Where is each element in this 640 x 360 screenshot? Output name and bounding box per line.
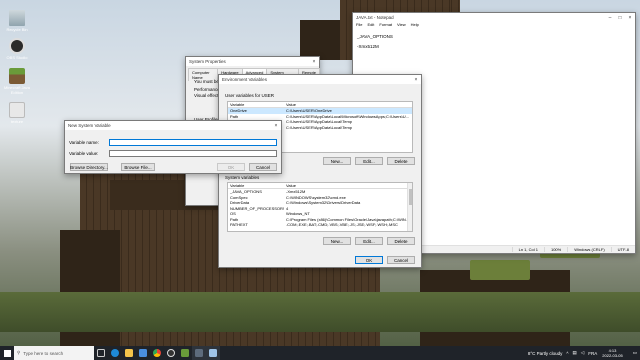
clock[interactable]: 4:13 2022-03-05 (602, 348, 622, 358)
task-view-icon[interactable] (94, 346, 108, 360)
close-icon[interactable]: × (309, 57, 319, 66)
column-header-value[interactable]: Value (284, 102, 412, 107)
close-icon[interactable]: × (271, 121, 281, 130)
system-variables-heading: System variables (225, 175, 260, 180)
windows-logo-icon (3, 349, 11, 357)
variable-name-label: Variable name: (69, 140, 99, 145)
variable-name-input[interactable] (109, 139, 277, 146)
search-placeholder: Type here to search (23, 350, 64, 356)
browse-file-button[interactable]: Browse File... (121, 163, 155, 171)
variable-value-input[interactable] (109, 150, 277, 157)
desktop-icon-label: Minecraft Java Edition (3, 85, 30, 95)
cancel-button[interactable]: Cancel (249, 163, 277, 171)
environment-variables-titlebar[interactable]: Environment Variables × (219, 75, 421, 84)
environment-variables-title: Environment Variables (222, 77, 267, 82)
menu-edit[interactable]: Edit (367, 22, 374, 28)
browse-directory-button[interactable]: Browse Directory... (70, 163, 108, 171)
scrollbar[interactable] (407, 183, 412, 231)
new-system-variable-dialog[interactable]: New System Variable × Variable name: Var… (64, 120, 282, 174)
ok-button[interactable]: OK (217, 163, 245, 171)
cancel-button[interactable]: Cancel (387, 256, 415, 264)
settings-taskbar-icon[interactable] (192, 346, 206, 360)
user-variables-heading: User variables for USER (225, 93, 275, 98)
column-header-value[interactable]: Value (284, 183, 412, 188)
desktop-icon-label: texture (10, 119, 24, 124)
new-variable-title: New System Variable (68, 123, 111, 128)
tray-chevron-icon[interactable]: ^ (566, 351, 568, 356)
status-encoding: UTF-8 (610, 247, 635, 252)
visual-effects-label: Visual effects (194, 93, 221, 98)
maximize-icon[interactable]: □ (615, 13, 625, 22)
column-header-variable[interactable]: Variable (228, 102, 284, 107)
menu-help[interactable]: Help (411, 22, 419, 28)
user-edit-button[interactable]: Edit... (355, 157, 383, 165)
notepad-text-area[interactable]: _JAVA_OPTIONS -Xmx512M (357, 32, 393, 52)
user-delete-button[interactable]: Delete (387, 157, 415, 165)
taskbar-search-box[interactable]: ⚲ Type here to search (14, 346, 94, 360)
close-icon[interactable]: × (411, 75, 421, 84)
volume-icon[interactable]: ◁ (581, 350, 584, 356)
minecraft-taskbar-icon[interactable] (178, 346, 192, 360)
status-eol: Windows (CRLF) (567, 247, 610, 252)
table-row[interactable]: PATHEXT .COM;.EXE;.BAT;.CMD;.VBS;.VBE;.J… (228, 222, 412, 228)
cell-value: .COM;.EXE;.BAT;.CMD;.VBS;.VBE;.JS;.JSE;.… (286, 222, 398, 227)
menu-file[interactable]: File (356, 22, 362, 28)
new-variable-titlebar[interactable]: New System Variable × (65, 121, 281, 130)
system-variables-list[interactable]: Variable Value _JAVA_OPTIONS -Xmx512M Co… (227, 182, 413, 232)
edge-icon[interactable] (108, 346, 122, 360)
system-delete-button[interactable]: Delete (387, 237, 415, 245)
desktop-icon-label: OBS Studio (6, 55, 28, 60)
notepad-taskbar-icon[interactable] (206, 346, 220, 360)
notepad-titlebar[interactable]: JAVA.txt - Notepad – □ × (353, 13, 635, 22)
text-line: -Xmx512M (357, 44, 379, 49)
search-icon: ⚲ (17, 350, 21, 355)
chrome-icon[interactable] (150, 346, 164, 360)
obs-taskbar-icon[interactable] (164, 346, 178, 360)
start-button[interactable] (0, 346, 14, 360)
minecraft-icon[interactable]: Minecraft Java Edition (3, 68, 31, 95)
menu-view[interactable]: View (397, 22, 406, 28)
performance-label: Performance (194, 87, 220, 92)
column-header-variable[interactable]: Variable (228, 183, 284, 188)
weather-widget[interactable]: 8°C Partly cloudy (528, 351, 563, 356)
file-explorer-icon[interactable] (122, 346, 136, 360)
user-new-button[interactable]: New... (323, 157, 351, 165)
cell-value: C:\Users\USER\AppData\Local\Temp (286, 124, 353, 130)
network-icon[interactable]: ▤ (573, 350, 577, 356)
menu-format[interactable]: Format (379, 22, 392, 28)
ok-button[interactable]: OK (355, 256, 383, 264)
cell-variable: PATHEXT (230, 222, 248, 227)
system-properties-title: System Properties (189, 59, 226, 64)
taskbar: ⚲ Type here to search 8°C Partly cloudy … (0, 346, 640, 360)
language-indicator[interactable]: FRA (588, 351, 597, 356)
store-icon[interactable] (136, 346, 150, 360)
folder-icon[interactable]: texture (3, 102, 31, 124)
system-new-button[interactable]: New... (323, 237, 351, 245)
system-edit-button[interactable]: Edit... (355, 237, 383, 245)
desktop-icon-label: Recycle Bin (6, 27, 28, 32)
text-line: _JAVA_OPTIONS (357, 34, 393, 39)
notifications-icon[interactable]: ▭ (633, 350, 637, 356)
system-properties-titlebar[interactable]: System Properties × (186, 57, 319, 66)
notepad-title: JAVA.txt - Notepad (356, 15, 394, 20)
notepad-menubar: File Edit Format View Help (353, 22, 635, 28)
obs-studio-icon[interactable]: OBS Studio (3, 38, 31, 60)
status-zoom: 100% (543, 247, 567, 252)
close-icon[interactable]: × (625, 13, 635, 22)
minimize-icon[interactable]: – (605, 13, 615, 22)
recycle-bin-icon[interactable]: Recycle Bin (3, 10, 31, 32)
clock-date: 2022-03-05 (602, 353, 623, 358)
status-position: Ln 1, Col 1 (511, 247, 544, 252)
system-tray: 8°C Partly cloudy ^ ▤ ◁ FRA 4:13 2022-03… (524, 346, 640, 360)
variable-value-label: Variable value: (69, 151, 99, 156)
